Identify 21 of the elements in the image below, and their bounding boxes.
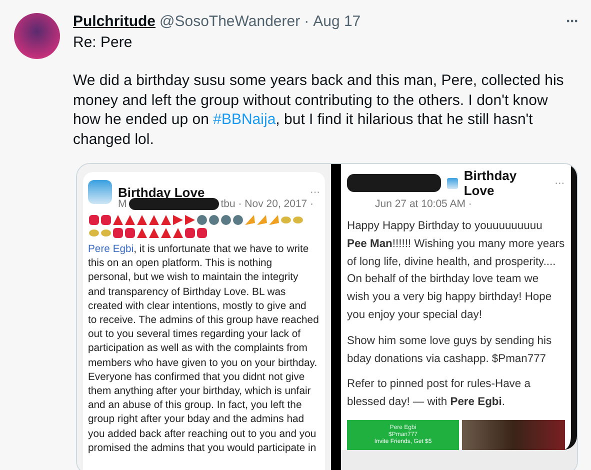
page-logo [88,180,112,204]
post-text: Happy Happy Birthday to youuuuuuuuu Pee Man!!!!!! Wishing you many more years of long life, divine health, and prosperity.... On behalf of the birthday love team we wish you a very big happy birthday! Hope you enjoy your special day! Show him some love guys by sending his bday donations via cashapp. $Pman777 Refer to pinned post for rules-Have a blessed day! — with Pere Egbi. [347,219,565,410]
tweet-date[interactable]: Aug 17 [313,13,361,30]
author-name: M [118,198,127,210]
post-text: Pere Egbi, it is unfortunate that we have to write this on an open platform. This is nothing personal, but we wish to maintain the integrity and transparency of Birthday Love. BL was created with clear intentions, mostly to give and to receive. The admins of this group have reached out to you several times regarding your lack of participation as well as with the complaints from members who have given to you on your birthday. Everyone has confirmed that you didnt not give them anything after your birthday, which is unfair and an abuse of this group. In fact, you left the group right after your bday and the admins had you added back after reaching out to you and you promised the admins that you would participate in [88,243,320,456]
separator-dot: · [304,13,310,30]
post-meta: Jun 27 at 10:05 AM · [375,198,473,210]
page-title: Birthday Love [118,184,205,200]
tweet-text: We did a birthday susu some years back and this man, Pere, collected his money and left the group without contributing to the others. I don't know how he ended up on #BBNaija, but I find it hilarious that he still hasn't changed lol. [73,71,565,149]
image-card[interactable] [76,163,578,470]
post-meta: tbu · Nov 20, 2017 · [220,198,314,210]
more-icon: ··· [310,186,320,198]
more-icon: ··· [554,178,565,188]
page-title: Birthday Love [464,168,518,198]
more-button[interactable]: ··· [566,13,578,30]
avatar[interactable] [14,13,60,59]
display-name[interactable]: Pulchritude [73,13,156,30]
page-logo [446,178,458,188]
user-handle: @SosoTheWanderer [160,13,300,30]
subject-line: Re: Pere [73,34,134,51]
tagged-name-link[interactable]: Pere Egbi [88,244,134,255]
